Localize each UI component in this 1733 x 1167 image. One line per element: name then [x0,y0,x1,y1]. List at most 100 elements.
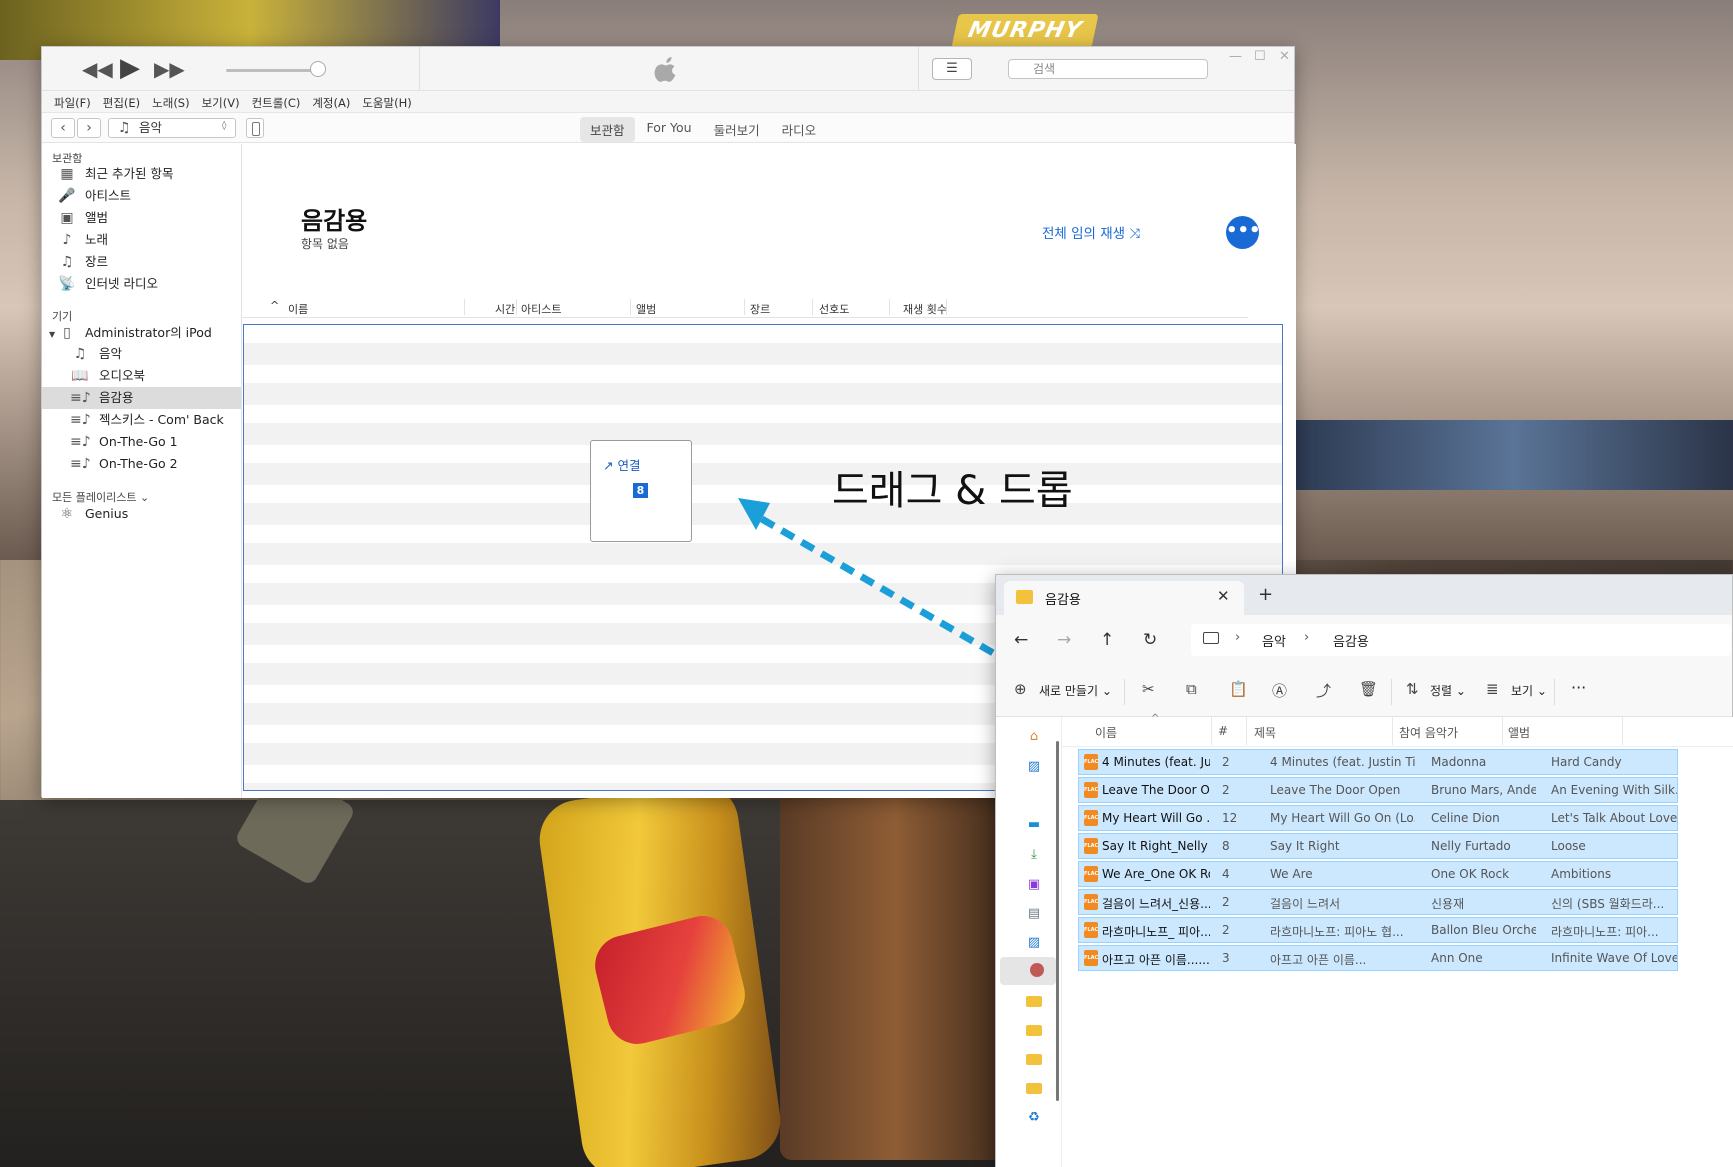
column-track[interactable]: # [1218,724,1228,738]
tab-3[interactable]: 라디오 [772,117,827,142]
file-row[interactable]: FLAC 라흐마니노프_ 피아... 2 라흐마니노프: 피아노 협... Ballon… [1078,917,1678,943]
column-header[interactable]: 시간 [495,301,515,317]
file-row[interactable]: FLAC 아프고 아픈 이름...... 3 아프고 아픈 이름... Ann One I… [1078,945,1678,971]
menu-item[interactable]: 보기(V) [200,91,246,112]
column-header[interactable]: 재생 횟수 [903,301,947,317]
column-divider[interactable] [516,299,517,315]
column-header[interactable]: 선호도 [819,301,849,317]
column-album[interactable]: 앨범 [1508,724,1530,741]
maximize-icon[interactable]: ☐ [1254,49,1266,64]
home-icon[interactable]: ⌂ [1026,729,1042,745]
column-header[interactable]: 앨범 [636,301,656,317]
pictures-icon[interactable]: ▨ [1026,935,1042,951]
tab-1[interactable]: For You [637,117,702,142]
search-input[interactable]: 검색 [1008,59,1208,79]
menu-item[interactable]: 노래(S) [150,91,195,112]
previous-icon[interactable]: ◀◀ [82,57,113,81]
file-icon[interactable]: ▤ [1026,906,1042,922]
column-name[interactable]: 이름 [1095,724,1117,741]
column-divider[interactable] [889,299,890,315]
downloads-icon[interactable]: ⤓ [1026,847,1042,863]
minimize-icon[interactable]: — [1229,49,1242,64]
rename-icon[interactable]: Ⓐ [1272,680,1287,701]
up-next-list-button[interactable]: ☰ [932,58,972,80]
sidebar-playlist-item[interactable]: ⚛ Genius [42,503,241,525]
address-path[interactable]: › 음악 › 음감용 [1191,624,1731,656]
menu-item[interactable]: 편집(E) [101,91,146,112]
folder-icon[interactable] [1026,993,1042,1009]
back-arrow-icon[interactable]: ← [1014,630,1028,650]
sidebar-library-item[interactable]: 📡 인터넷 라디오 [42,273,241,295]
column-header[interactable]: 아티스트 [521,301,561,317]
column-header[interactable]: 이름 [288,301,308,317]
menu-item[interactable]: 도움말(H) [360,91,417,112]
sidebar-device-item[interactable]: ≡♪ On-The-Go 2 [42,453,241,475]
device-button[interactable] [246,118,264,138]
menu-item[interactable]: 파일(F) [52,91,97,112]
shuffle-all-button[interactable]: 전체 임의 재생 ⤨ [1042,222,1140,242]
sidebar-device-ipod[interactable]: ▯ Administrator의 iPod [42,322,241,344]
sidebar-library-item[interactable]: ▣ 앨범 [42,207,241,229]
documents-icon[interactable]: ▣ [1026,877,1042,893]
column-divider[interactable] [1502,717,1503,745]
file-row[interactable]: FLAC My Heart Will Go ... 12 My Heart Will … [1078,805,1678,831]
column-divider[interactable] [464,299,465,315]
play-icon[interactable]: ▶ [120,53,140,83]
column-divider[interactable] [744,299,745,315]
column-divider[interactable] [812,299,813,315]
forward-arrow-icon[interactable]: → [1057,630,1071,650]
forward-button[interactable]: › [77,118,101,138]
sidebar-device-item[interactable]: ≡♪ 음감용 [42,387,241,409]
view-button[interactable]: 보기 ⌄ [1511,682,1547,699]
recycle-icon[interactable]: ♻ [1026,1110,1042,1126]
column-divider[interactable] [630,299,631,315]
copy-icon[interactable]: ⧉ [1186,680,1197,698]
menu-item[interactable]: 컨트롤(C) [250,91,307,112]
share-icon[interactable]: ⤴ [1316,680,1331,701]
column-divider[interactable] [1211,717,1212,745]
folder-icon[interactable] [1026,1051,1042,1067]
sort-arrow-icon[interactable]: ^ [270,299,279,312]
new-button[interactable]: 새로 만들기 ⌄ [1039,682,1112,699]
nav-pane-scrollbar[interactable] [1056,741,1059,1101]
volume-knob[interactable] [310,61,326,77]
sidebar-device-item[interactable]: ≡♪ On-The-Go 1 [42,431,241,453]
folder-icon[interactable] [1026,1022,1042,1038]
desktop-icon[interactable]: ▬ [1026,817,1042,833]
sidebar-library-item[interactable]: ♪ 노래 [42,229,241,251]
column-divider[interactable] [946,299,947,315]
gallery-icon[interactable]: ▨ [1026,759,1042,775]
column-divider[interactable] [1622,717,1623,745]
file-row[interactable]: FLAC 4 Minutes (feat. Jus... 2 4 Minutes (f… [1078,749,1678,775]
close-icon[interactable]: ✕ [1279,49,1290,64]
folder-icon[interactable] [1026,1080,1042,1096]
music-icon[interactable] [1000,957,1056,985]
column-artist[interactable]: 참여 음악가 [1399,724,1458,741]
column-divider[interactable] [1392,717,1393,745]
breadcrumb-music[interactable]: 음악 [1262,631,1286,650]
breadcrumb-folder[interactable]: 음감용 [1333,631,1369,650]
next-icon[interactable]: ▶▶ [154,57,185,81]
column-title[interactable]: 제목 [1254,724,1276,741]
cut-icon[interactable]: ✂ [1142,680,1155,698]
tab-0[interactable]: 보관함 [580,117,635,142]
tab-2[interactable]: 둘러보기 [704,117,770,142]
menu-item[interactable]: 계정(A) [310,91,356,112]
volume-slider[interactable] [226,69,314,72]
sidebar-library-item[interactable]: ▦ 최근 추가된 항목 [42,163,241,185]
file-row[interactable]: FLAC Say It Right_Nelly F... 8 Say It Right… [1078,833,1678,859]
delete-icon[interactable]: 🗑 [1359,680,1378,698]
sidebar-library-item[interactable]: ♫ 장르 [42,251,241,273]
explorer-tab[interactable]: 음감용 ✕ [1004,581,1244,615]
more-options-icon[interactable]: ··· [1571,678,1586,697]
sidebar-library-item[interactable]: 🎤 아티스트 [42,185,241,207]
sort-button[interactable]: 정렬 ⌄ [1430,682,1466,699]
column-divider[interactable] [1246,717,1247,745]
more-options-button[interactable]: ••• [1226,216,1261,249]
file-row[interactable]: FLAC Leave The Door Op... 2 Leave The Door … [1078,777,1678,803]
column-header[interactable]: 장르 [750,301,770,317]
file-row[interactable]: FLAC 걸음이 느려서_신용... 2 걸음이 느려서 신용재 신의 (SBS 월화드라… [1078,889,1678,915]
up-arrow-icon[interactable]: ↑ [1100,630,1114,650]
paste-icon[interactable]: 📋 [1229,680,1248,698]
close-tab-icon[interactable]: ✕ [1217,587,1230,605]
